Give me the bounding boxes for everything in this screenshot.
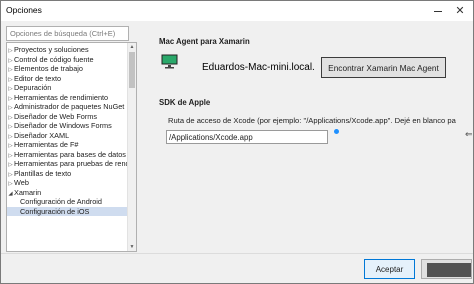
watermark — [427, 263, 471, 277]
find-mac-agent-button[interactable]: Encontrar Xamarin Mac Agent — [321, 57, 446, 78]
expand-arrow-icon[interactable]: ▷ — [7, 85, 14, 92]
tree-item[interactable]: ▷Herramientas para pruebas de rendim — [7, 159, 127, 168]
expand-arrow-icon[interactable]: ▷ — [7, 133, 14, 140]
expand-arrow-icon[interactable]: ▷ — [7, 104, 14, 111]
expand-arrow-icon[interactable]: ▷ — [7, 95, 14, 102]
expand-arrow-icon[interactable]: ▷ — [7, 57, 14, 64]
tree-item[interactable]: ▷Proyectos y soluciones — [7, 45, 127, 54]
expand-arrow-icon[interactable]: ▷ — [7, 66, 14, 73]
tree-item[interactable]: ▷Control de código fuente — [7, 55, 127, 64]
options-dialog: Opciones ✕ Opciones de búsqueda (Ctrl+E)… — [0, 0, 474, 284]
tree-item[interactable]: ▷Plantillas de texto — [7, 169, 127, 178]
expand-arrow-icon[interactable]: ▷ — [7, 114, 14, 121]
search-input[interactable]: Opciones de búsqueda (Ctrl+E) — [6, 26, 129, 41]
tree-item-label: Xamarin — [14, 187, 42, 197]
scroll-up-icon[interactable]: ▲ — [128, 43, 136, 51]
tree-item[interactable]: ▷Diseñador de Windows Forms — [7, 121, 127, 130]
expand-arrow-icon[interactable]: ▷ — [7, 123, 14, 130]
agent-name[interactable]: Eduardos-Mac-mini.local. — [202, 62, 315, 73]
info-icon[interactable] — [334, 129, 339, 134]
tree-item-label: Elementos de trabajo — [14, 64, 83, 73]
tree-item-label: Herramientas de F# — [14, 140, 79, 149]
tree-item[interactable]: ▷Administrador de paquetes NuGet — [7, 102, 127, 111]
tree-item-label: Web — [14, 178, 29, 187]
tree-item-label: Configuración de Android — [20, 197, 102, 206]
tree-item-label: Configuración de iOS — [20, 206, 90, 216]
mac-agent-title: Mac Agent para Xamarin — [159, 37, 250, 46]
tree-item-label: Proyectos y soluciones — [14, 45, 89, 54]
tree-item[interactable]: ▷Herramientas de F# — [7, 140, 127, 149]
tree-item[interactable]: ▷Web — [7, 178, 127, 187]
accept-label: Aceptar — [375, 264, 404, 274]
tree-item-label: Editor de texto — [14, 73, 62, 83]
title-bar: Opciones ✕ — [1, 1, 473, 21]
search-placeholder: Opciones de búsqueda (Ctrl+E) — [10, 29, 116, 38]
tree-item-label: Herramientas para pruebas de rendim — [14, 159, 127, 168]
tree-item[interactable]: ▷Herramientas de rendimiento — [7, 93, 127, 102]
expand-arrow-icon[interactable]: ▷ — [7, 142, 14, 149]
tree-item-label: Administrador de paquetes NuGet — [14, 102, 125, 111]
expand-arrow-icon[interactable]: ▷ — [7, 152, 14, 159]
expand-arrow-icon[interactable]: ▷ — [7, 76, 14, 83]
find-mac-agent-label: Encontrar Xamarin Mac Agent — [328, 62, 439, 73]
close-button[interactable]: ✕ — [447, 1, 473, 21]
tree-item[interactable]: Configuración de iOS — [7, 206, 127, 216]
footer-divider — [1, 253, 473, 254]
tree-item[interactable]: ▷Herramientas para bases de datos — [7, 150, 127, 159]
tree-item-label: Diseñador XAML — [14, 130, 70, 140]
xcode-path-label: Ruta de acceso de Xcode (por ejemplo: "/… — [168, 116, 456, 125]
collapse-arrow-icon[interactable]: ◢ — [7, 190, 14, 197]
tree-item[interactable]: ▷Elementos de trabajo — [7, 64, 127, 73]
tree-item[interactable]: ▷Depuración — [7, 83, 127, 92]
expand-arrow-icon[interactable]: ▷ — [7, 180, 14, 187]
computer-icon — [161, 54, 178, 69]
expand-arrow-icon[interactable]: ▷ — [7, 47, 14, 54]
xcode-path-value: /Applications/Xcode.app — [169, 132, 253, 142]
tree-item[interactable]: ▷Diseñador XAML — [7, 131, 127, 140]
tree-item-label: Depuración — [14, 83, 52, 92]
tree-item-label: Diseñador de Web Forms — [14, 111, 98, 121]
tree-item[interactable]: ▷Diseñador de Web Forms — [7, 112, 127, 121]
close-icon: ✕ — [455, 4, 465, 17]
scroll-thumb[interactable] — [129, 52, 135, 88]
tree-item-label: Plantillas de texto — [14, 168, 72, 178]
minimize-icon — [434, 10, 442, 12]
apple-sdk-title: SDK de Apple — [159, 98, 211, 107]
options-tree[interactable]: ▷Proyectos y soluciones ▷Control de códig… — [6, 42, 137, 252]
scroll-down-icon[interactable]: ▼ — [128, 243, 136, 251]
window-title: Opciones — [6, 5, 42, 15]
arrow-left-icon: ⇐ — [465, 129, 473, 139]
tree-item-label: Control de código fuente — [14, 54, 94, 64]
tree-item[interactable]: ◢Xamarin — [7, 188, 127, 197]
tree-item-label: Herramientas de rendimiento — [14, 92, 109, 102]
expand-arrow-icon[interactable]: ▷ — [7, 161, 14, 168]
expand-arrow-icon[interactable]: ▷ — [7, 171, 14, 178]
tree-item-label: Diseñador de Windows Forms — [14, 121, 112, 130]
accept-button[interactable]: Aceptar — [364, 259, 415, 279]
tree-scrollbar[interactable]: ▲ ▼ — [127, 43, 136, 251]
tree-item-label: Herramientas para bases de datos — [14, 149, 126, 159]
xcode-path-input[interactable]: /Applications/Xcode.app — [166, 130, 328, 144]
tree-item[interactable]: ▷Editor de texto — [7, 74, 127, 83]
tree-item[interactable]: Configuración de Android — [7, 197, 127, 206]
